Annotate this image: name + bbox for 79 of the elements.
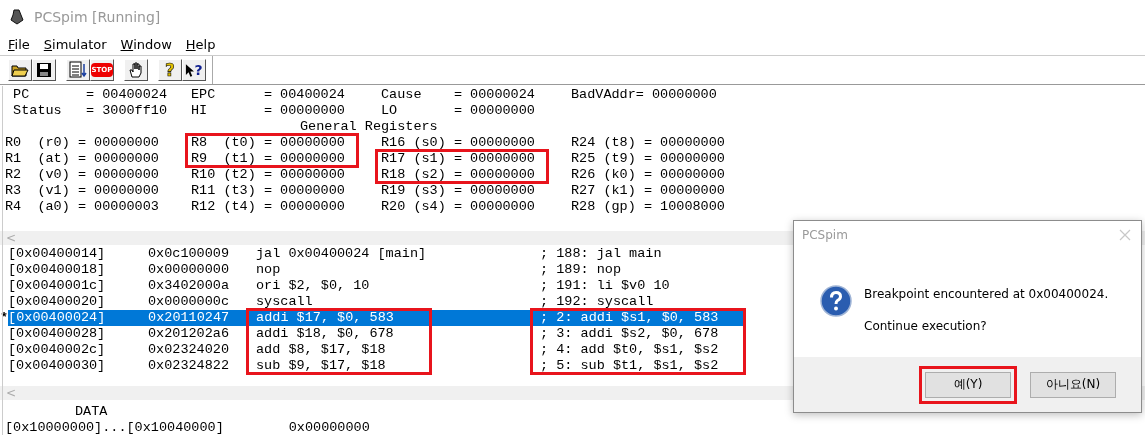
- register-value: R27 (k1) = 00000000: [571, 183, 725, 198]
- source-comment-cell: ; 189: nop: [540, 262, 621, 277]
- register-value: R8 (t0) = 00000000: [191, 135, 345, 150]
- address-cell-text: [0x0040001c]: [8, 278, 107, 294]
- machine-code-cell: 0x20110247: [148, 310, 257, 326]
- source-comment-cell: ; 191: li $v0 10: [540, 278, 670, 293]
- machine-code-cell-text: 0x00000000: [148, 262, 230, 278]
- address-cell-text: [0x00400014]: [8, 246, 107, 262]
- address-cell-text: [0x00400028]: [8, 326, 107, 342]
- register-value: R18 (s2) = 00000000: [381, 167, 535, 182]
- machine-code-cell-text: 0x02324822: [148, 358, 230, 374]
- register-value: R1 (at) = 00000000: [5, 151, 159, 166]
- register-value: HI = 00000000: [191, 103, 346, 119]
- question-icon: [820, 285, 852, 317]
- register-value: R10 (t2) = 00000000: [191, 167, 345, 182]
- open-folder-button[interactable]: [8, 59, 32, 81]
- pointer-icon: [185, 62, 195, 78]
- register-value: R17 (s1) = 00000000: [381, 151, 535, 166]
- instruction-cell: sub $9, $17, $18: [256, 358, 386, 373]
- register-value: Cause = 00000024: [381, 87, 536, 103]
- app-icon: [9, 8, 25, 25]
- register-value: R9 (t1) = 00000000: [191, 151, 345, 166]
- register-value: R0 (r0) = 00000000: [5, 135, 159, 150]
- machine-code-cell-text: 0x0c100009: [148, 246, 230, 262]
- context-help-button[interactable]: ?: [182, 59, 206, 81]
- step-list-button[interactable]: [66, 59, 90, 81]
- register-value: R3 (v1) = 00000000: [5, 183, 159, 198]
- source-comment-cell: ; 192: syscall: [540, 294, 654, 309]
- memory-value: 0x00000000: [287, 420, 370, 435]
- register-value: R24 (t8) = 00000000: [571, 135, 725, 150]
- dialog-title: PCSpim: [802, 228, 848, 242]
- address-cell-text: [0x00400020]: [8, 294, 107, 310]
- register-value: Status = 3000ff10: [12, 103, 169, 119]
- dialog-button[interactable]: 아니요(N): [1030, 371, 1116, 398]
- dialog-button[interactable]: 예(Y): [925, 371, 1011, 398]
- instruction-cell: jal 0x00400024 [main]: [256, 246, 427, 261]
- register-value: R4 (a0) = 00000003: [5, 199, 159, 214]
- hand-button[interactable]: [124, 59, 148, 81]
- source-comment-cell: ; 4: add $t0, $s1, $s2: [540, 342, 719, 357]
- machine-code-cell-text: 0x02324020: [148, 342, 230, 358]
- machine-code-cell-text: 0x201202a6: [148, 326, 230, 342]
- register-value: R12 (t4) = 00000000: [191, 199, 345, 214]
- memory-range: [0x10000000]...[0x10040000]: [5, 420, 224, 435]
- register-value: EPC = 00400024: [191, 87, 346, 103]
- register-value: LO = 00000000: [381, 103, 536, 119]
- source-comment-cell: ; 5: sub $t1, $s1, $s2: [540, 358, 719, 373]
- instruction-cell: add $8, $17, $18: [256, 342, 386, 357]
- register-value: R25 (t9) = 00000000: [571, 151, 725, 166]
- address-cell-text: [0x0040002c]: [8, 342, 107, 358]
- register-value: BadVAddr= 00000000: [571, 87, 718, 103]
- address-cell: [0x00400024]: [8, 310, 149, 326]
- source-comment-cell: ; 3: addi $s2, $0, 678: [540, 326, 719, 341]
- instruction-cell: syscall: [256, 294, 313, 309]
- register-value: R26 (k0) = 00000000: [571, 167, 725, 182]
- address-cell-text: [0x00400018]: [8, 262, 107, 278]
- section-title: General Registers: [300, 119, 438, 134]
- instruction-cell: nop: [256, 262, 281, 277]
- dialog-message: Breakpoint encountered at 0x00400024.: [864, 287, 1109, 301]
- register-value: R19 (s3) = 00000000: [381, 183, 535, 198]
- instruction-cell: ori $2, $0, 10: [256, 278, 370, 293]
- save-disk-button[interactable]: [32, 59, 56, 81]
- menu-item[interactable]: Help: [185, 36, 216, 52]
- window-title: PCSpim [Running]: [34, 8, 161, 25]
- register-value: R16 (s0) = 00000000: [381, 135, 535, 150]
- machine-code-cell-text: 0x3402000a: [148, 278, 230, 294]
- section-title: DATA: [75, 404, 108, 419]
- machine-code-cell-text: 0x0000000c: [148, 294, 230, 310]
- menu-item[interactable]: Window: [120, 36, 172, 52]
- register-value: PC = 00400024: [12, 87, 169, 103]
- register-value: R2 (v0) = 00000000: [5, 167, 159, 182]
- instruction-cell: addi $18, $0, 678: [256, 326, 394, 341]
- source-comment-cell: ; 188: jal main: [540, 246, 662, 261]
- register-value: R28 (gp) = 10008000: [571, 199, 725, 214]
- menu-item[interactable]: Simulator: [43, 36, 107, 52]
- register-value: R11 (t3) = 00000000: [191, 183, 345, 198]
- menu-item[interactable]: File: [8, 36, 30, 52]
- address-cell-text: [0x00400030]: [8, 358, 107, 374]
- dialog-question: Continue execution?: [864, 319, 988, 333]
- register-value: R20 (s4) = 00000000: [381, 199, 535, 214]
